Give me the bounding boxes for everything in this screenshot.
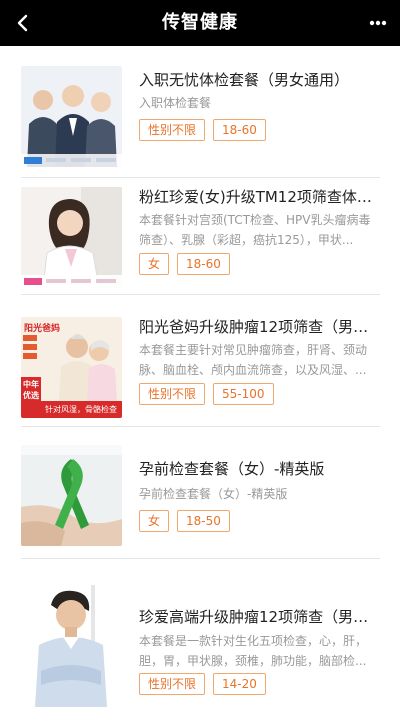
age-tag: 18-60: [177, 253, 230, 275]
ribbon-label: 针对风湿，骨骼检查: [45, 405, 117, 414]
package-tags: 性别不限 55-100: [139, 383, 274, 405]
package-title: 粉红珍爱(女)升级TM12项筛查体检...: [139, 188, 377, 206]
package-tags: 女 18-50: [139, 510, 230, 532]
package-title: 珍爱高端升级肿瘤12项筛查（男女...: [139, 608, 377, 626]
package-description: 孕前检查套餐（女）-精英版: [139, 487, 288, 501]
package-title: 孕前检查套餐（女）-精英版: [139, 460, 325, 478]
badge-bottom-label: 优选: [23, 391, 39, 400]
age-tag: 18-60: [213, 119, 266, 141]
package-description: 本套餐针对宫颈(TCT检查、HPV乳头瘤病毒筛查）、乳腺（彩超，癌抗125），甲…: [139, 213, 371, 247]
list-item[interactable]: 阳光爸妈 中年 优选 针对风湿，骨骼检查 阳光爸妈升级肿瘤12项筛查（男女...…: [21, 295, 380, 427]
package-tags: 性别不限 18-60: [139, 119, 266, 141]
age-tag: 55-100: [213, 383, 274, 405]
package-title: 阳光爸妈升级肿瘤12项筛查（男女...: [139, 318, 377, 336]
age-tag: 14-20: [213, 673, 266, 695]
list-item[interactable]: 粉红珍爱(女)升级TM12项筛查体检... 本套餐针对宫颈(TCT检查、HPV乳…: [21, 163, 380, 295]
gender-tag: 性别不限: [139, 119, 206, 141]
gender-tag: 性别不限: [139, 383, 206, 405]
package-tags: 女 18-60: [139, 253, 230, 275]
age-tag: 18-50: [177, 510, 230, 532]
page-title: 传智健康: [162, 12, 238, 33]
package-tags: 性别不限 14-20: [139, 673, 266, 695]
brand-label: 阳光爸妈: [24, 324, 61, 334]
office-staff-photo: [21, 66, 122, 167]
list-item[interactable]: 入职无忧体检套餐（男女通用） 入职体检套餐 性别不限 18-60: [21, 46, 380, 178]
gender-tag: 女: [139, 510, 170, 532]
package-description: 本套餐主要针对常见肿瘤筛查，肝肾、颈动脉、脑血栓、颅内血流筛查，以及风湿、...: [139, 343, 368, 377]
gender-tag: 女: [139, 253, 170, 275]
badge-top-label: 中年: [23, 380, 39, 389]
list-item[interactable]: 孕前检查套餐（女）-精英版 孕前检查套餐（女）-精英版 女 18-50: [21, 427, 380, 559]
package-description: 本套餐是一款针对生化五项检查，心，肝，胆，胃，甲状腺，颈椎，肺功能，脑部检...: [139, 634, 368, 668]
top-navigation-bar: 传智健康: [0, 0, 400, 46]
green-ribbon-photo: [21, 445, 122, 546]
more-button[interactable]: [364, 9, 392, 37]
more-dots-icon: [369, 20, 387, 26]
package-title: 入职无忧体检套餐（男女通用）: [139, 71, 350, 89]
package-description: 入职体检套餐: [139, 96, 212, 110]
elderly-couple-photo: 阳光爸妈 中年 优选 针对风湿，骨骼检查: [21, 317, 122, 418]
list-item[interactable]: 珍爱高端升级肿瘤12项筛查（男女... 本套餐是一款针对生化五项检查，心，肝，胆…: [21, 565, 380, 707]
woman-doctor-photo: [21, 187, 122, 288]
man-portrait-photo: [21, 585, 122, 707]
gender-tag: 性别不限: [139, 673, 206, 695]
